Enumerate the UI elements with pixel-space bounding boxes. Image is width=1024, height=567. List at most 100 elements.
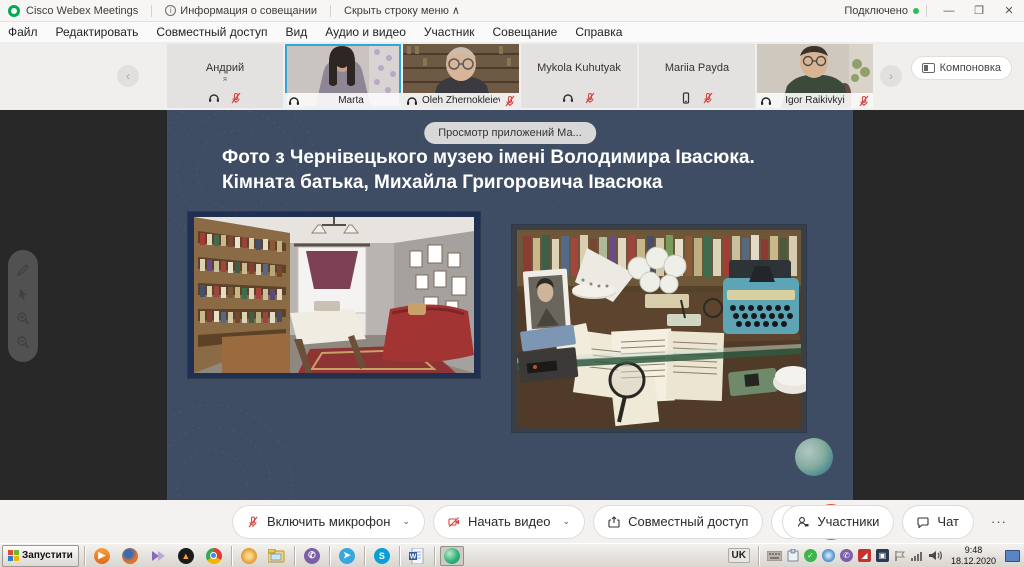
taskbar-clock[interactable]: 9:48 18.12.2020 [947, 545, 1000, 566]
participant-name: Oleh Zhernokleiev [422, 95, 500, 106]
divider [330, 5, 331, 17]
video-options-chevron-icon[interactable]: ⌄ [563, 516, 571, 527]
word-taskbar-icon[interactable]: W [405, 546, 429, 566]
divider [294, 546, 295, 566]
firefox-taskbar-icon[interactable] [118, 546, 142, 566]
share-button[interactable]: Совместный доступ [593, 505, 763, 539]
show-desktop-icon[interactable] [1005, 550, 1020, 562]
unmute-mic-button[interactable]: Включить микрофон ⌄ [232, 505, 425, 539]
shared-content-stage: Просмотр приложений Ма... Фото з Черніве… [0, 110, 1024, 500]
language-indicator[interactable]: UK [728, 548, 750, 563]
windows-taskbar: Запустити ▶ ▲ ✆ ➤ S W UK ✓ ✆ ◢ ▣ 9:48 18… [0, 543, 1024, 567]
menu-view[interactable]: Вид [286, 25, 308, 39]
media-player-taskbar-icon[interactable]: ▶ [90, 546, 114, 566]
divider [926, 5, 927, 17]
divider [151, 5, 152, 17]
mic-muted-icon [504, 95, 516, 107]
participant-name: Mykola Kuhutyak [521, 62, 637, 74]
meeting-info-button[interactable]: i Информация о совещании [165, 5, 317, 17]
mic-muted-icon [702, 92, 714, 104]
telegram-taskbar-icon[interactable]: ➤ [335, 546, 359, 566]
menu-share[interactable]: Совместный доступ [156, 25, 267, 39]
clock-time: 9:48 [951, 545, 996, 555]
strip-prev-button[interactable]: ‹ [117, 65, 139, 87]
webex-taskbar-icon-active[interactable] [440, 546, 464, 566]
headset-icon [208, 92, 220, 104]
menu-audio-video[interactable]: Аудио и видео [325, 25, 406, 39]
file-explorer-taskbar-icon[interactable] [265, 546, 289, 566]
system-tray: UK ✓ ✆ ◢ ▣ 9:48 18.12.2020 [728, 544, 1024, 567]
webex-logo-icon [8, 5, 20, 17]
chat-icon [917, 516, 929, 528]
chevron-right-icon: › [889, 69, 893, 83]
menu-help[interactable]: Справка [575, 25, 622, 39]
display-tray-icon[interactable]: ▣ [876, 549, 889, 562]
shared-app-badge[interactable]: Просмотр приложений Ма... [424, 122, 596, 144]
menu-bar: Файл Редактировать Совместный доступ Вид… [0, 22, 1024, 43]
skype-taskbar-icon[interactable]: S [370, 546, 394, 566]
participant-tile-andriy[interactable]: Андрий я [167, 44, 283, 108]
divider [758, 546, 759, 566]
divider [84, 546, 85, 566]
museum-desk-photo [512, 225, 806, 432]
participant-tile-mykola[interactable]: Mykola Kuhutyak [521, 44, 637, 108]
headset-icon [562, 92, 574, 104]
keyboard-tray-icon[interactable] [767, 551, 782, 561]
participant-tile-mariia[interactable]: Mariia Payda [639, 44, 755, 108]
viber-tray-icon[interactable]: ✆ [840, 549, 853, 562]
chevron-left-icon: ‹ [126, 69, 130, 83]
divider [329, 546, 330, 566]
connection-dot-icon [913, 8, 919, 14]
mic-muted-icon [584, 92, 596, 104]
mic-options-chevron-icon[interactable]: ⌄ [402, 516, 410, 527]
camera-off-icon [448, 516, 460, 528]
share-screen-icon [608, 516, 620, 528]
headset-icon [288, 95, 300, 107]
aimp-taskbar-icon[interactable]: ▲ [174, 546, 198, 566]
menu-meeting[interactable]: Совещание [493, 25, 558, 39]
windows-logo-icon [8, 550, 19, 561]
svg-text:W: W [410, 553, 417, 560]
chrome-taskbar-icon[interactable] [202, 546, 226, 566]
slide-title-line2: Кімната батька, Михайла Григоровича Івас… [222, 171, 822, 196]
webex-floating-ball-icon[interactable] [795, 438, 833, 476]
volume-icon[interactable] [929, 550, 942, 561]
participants-panel-button[interactable]: Участники [782, 505, 894, 539]
aimp-tray-icon[interactable]: ◢ [858, 549, 871, 562]
participant-tile-marta[interactable]: Marta [285, 44, 401, 108]
burner-taskbar-icon[interactable] [237, 546, 261, 566]
headset-icon [760, 95, 772, 107]
phone-icon [680, 92, 692, 104]
flag-tray-icon[interactable] [894, 550, 906, 562]
clock-date: 18.12.2020 [951, 556, 996, 566]
maximize-button[interactable]: ❐ [964, 0, 994, 21]
strip-next-button[interactable]: › [880, 65, 902, 87]
annotate-icon[interactable] [16, 263, 30, 277]
slide-title-line1: Фото з Чернівецького музею імені Володим… [222, 146, 822, 171]
pointer-icon[interactable] [16, 287, 30, 301]
layout-button[interactable]: Компоновка [911, 56, 1012, 80]
menu-participant[interactable]: Участник [424, 25, 475, 39]
chat-panel-button[interactable]: Чат [902, 505, 974, 539]
menu-edit[interactable]: Редактировать [56, 25, 139, 39]
kmplayer-taskbar-icon[interactable] [146, 546, 170, 566]
participant-tile-oleh[interactable]: Oleh Zhernokleiev [403, 44, 519, 108]
start-button[interactable]: Запустити [2, 545, 79, 567]
viber-taskbar-icon[interactable]: ✆ [300, 546, 324, 566]
participant-tile-igor[interactable]: Igor Raikivkyi [757, 44, 873, 108]
participant-name: Андрий [167, 62, 283, 74]
menu-file[interactable]: Файл [8, 25, 38, 39]
close-button[interactable]: ✕ [994, 0, 1024, 21]
zoom-out-icon[interactable] [16, 335, 30, 349]
panel-more-button[interactable]: ··· [982, 505, 1016, 539]
network-signal-icon[interactable] [911, 550, 924, 561]
antivirus-tray-icon[interactable]: ✓ [804, 549, 817, 562]
divider [434, 546, 435, 566]
slide-title: Фото з Чернівецького музею імені Володим… [222, 146, 822, 195]
hide-menu-button[interactable]: Скрыть строку меню ∧ [344, 4, 460, 17]
zoom-in-icon[interactable] [16, 311, 30, 325]
browser-tray-icon[interactable] [822, 549, 835, 562]
clipboard-tray-icon[interactable] [787, 549, 799, 562]
start-video-button[interactable]: Начать видео ⌄ [433, 505, 585, 539]
minimize-button[interactable]: — [934, 0, 964, 21]
